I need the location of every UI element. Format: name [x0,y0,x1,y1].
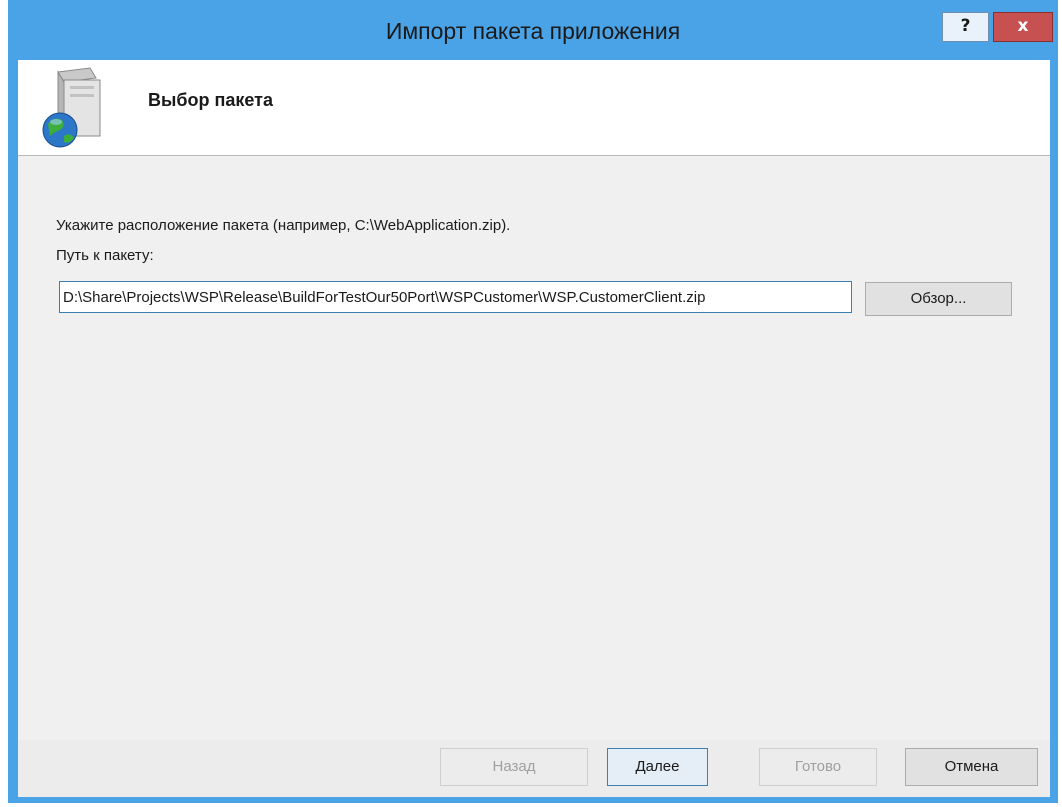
package-path-input[interactable] [59,281,852,313]
next-button[interactable]: Далее [607,748,708,786]
browse-button[interactable]: Обзор... [865,282,1012,316]
close-button[interactable]: x [993,12,1053,42]
page-title: Выбор пакета [148,90,273,110]
instruction-text: Укажите расположение пакета (например, C… [56,217,511,234]
package-path-label: Путь к пакету: [56,247,154,264]
dialog-client-area: Выбор пакета Укажите расположение пакета… [18,60,1050,797]
back-button[interactable]: Назад [440,748,588,786]
wizard-header: Выбор пакета [18,60,1050,156]
cancel-button[interactable]: Отмена [905,748,1038,786]
wizard-footer: Назад Далее Готово Отмена [18,740,1050,797]
help-button[interactable]: ? [942,12,989,42]
package-globe-icon [42,67,101,148]
finish-button[interactable]: Готово [759,748,877,786]
window-title: Импорт пакета приложения [385,18,681,44]
title-bar[interactable]: Импорт пакета приложения ? x [8,0,1058,60]
import-package-dialog: Импорт пакета приложения ? x Выбор пакет… [8,0,1058,803]
